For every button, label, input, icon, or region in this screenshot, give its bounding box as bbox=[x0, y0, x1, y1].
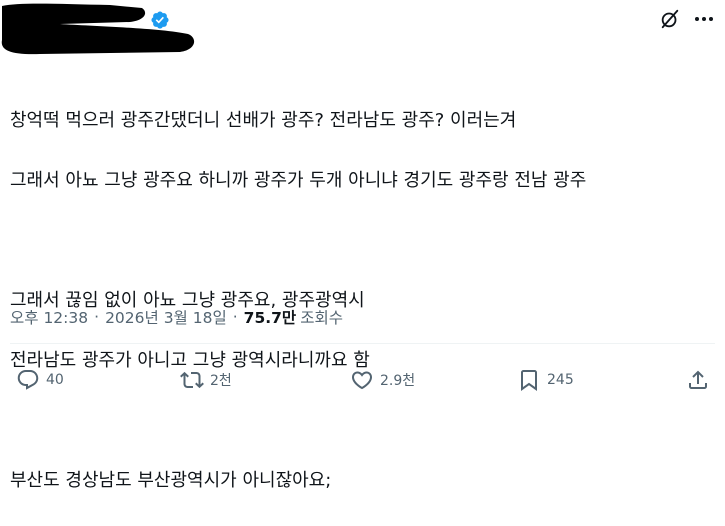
tweet-time[interactable]: 오후 12:38 bbox=[10, 306, 88, 328]
more-dot bbox=[695, 17, 699, 21]
more-options-icon[interactable] bbox=[692, 8, 716, 30]
share-button[interactable] bbox=[686, 368, 710, 392]
tweet-line: 전라남도 광주가 아니고 그냥 광역시라니까요 함 bbox=[10, 350, 370, 371]
retweet-icon bbox=[180, 371, 204, 389]
retweet-button[interactable]: 2천 bbox=[180, 368, 232, 392]
tweet-line: 창억떡 먹으러 광주간댔더니 선배가 광주? 전라남도 광주? 이러는겨 bbox=[10, 110, 517, 131]
more-dot bbox=[709, 17, 713, 21]
views-count[interactable]: 75.7만 bbox=[244, 306, 297, 328]
divider bbox=[10, 343, 715, 344]
bookmark-icon bbox=[521, 370, 537, 391]
views-label: 조회수 bbox=[300, 309, 343, 327]
share-icon bbox=[689, 370, 707, 389]
meta-separator: · bbox=[94, 308, 100, 326]
reply-count: 40 bbox=[46, 372, 64, 388]
like-count: 2.9천 bbox=[380, 373, 416, 389]
grok-icon[interactable] bbox=[659, 8, 681, 30]
like-button[interactable]: 2.9천 bbox=[350, 368, 415, 392]
tweet-date[interactable]: 2026년 3월 18일 bbox=[105, 306, 227, 328]
bookmark-count: 245 bbox=[547, 372, 574, 388]
tweet-line: 부산도 경상남도 부산광역시가 아니잖아요; bbox=[10, 470, 332, 491]
tweet-line bbox=[10, 406, 586, 436]
redacted-author-name bbox=[1, 3, 195, 55]
heart-icon bbox=[351, 371, 373, 390]
verified-badge-icon bbox=[151, 11, 169, 29]
tweet-text: 창억떡 먹으러 광주간댔더니 선배가 광주? 전라남도 광주? 이러는겨 그래서… bbox=[10, 76, 586, 526]
tweet-line: 그래서 아뇨 그냥 광주요 하니까 광주가 두개 아니냐 경기도 광주랑 전남 … bbox=[10, 170, 587, 191]
retweet-count: 2천 bbox=[210, 373, 232, 389]
reply-button[interactable]: 40 bbox=[16, 368, 64, 392]
meta-separator: · bbox=[232, 308, 238, 326]
tweet-meta: 오후 12:38 · 2026년 3월 18일 · 75.7만 조회수 bbox=[10, 306, 343, 328]
reply-icon bbox=[17, 370, 39, 390]
bookmark-button[interactable]: 245 bbox=[517, 368, 574, 392]
more-dot bbox=[702, 17, 706, 21]
tweet-line bbox=[10, 226, 586, 256]
